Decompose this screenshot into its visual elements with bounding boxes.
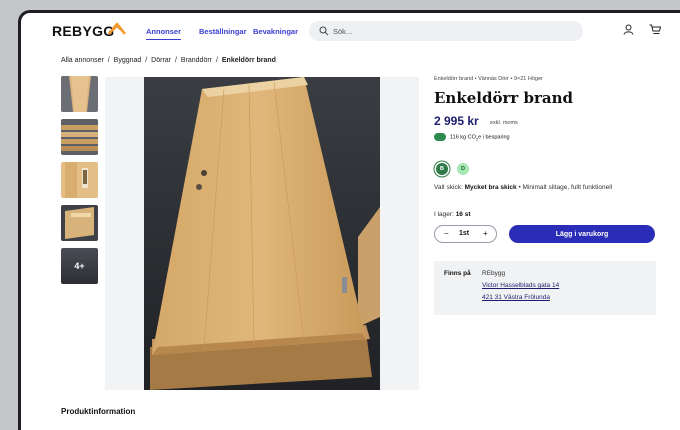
more-images-label: 4+ <box>74 261 85 271</box>
nav-bevakningar[interactable]: Bevakningar <box>253 27 298 36</box>
availability-box: Finns på REbygg Victor Hasselblads gata … <box>434 261 656 315</box>
search-icon <box>319 26 329 36</box>
product-thumbnail[interactable] <box>61 162 98 198</box>
grade-b-option[interactable]: B <box>436 163 448 175</box>
breadcrumb: Alla annonser / Byggnad / Dörrar / Brand… <box>61 57 276 64</box>
leaf-icon <box>434 133 446 141</box>
logo-text[interactable]: REBYGG <box>52 23 114 39</box>
decrease-qty-button[interactable]: − <box>444 229 449 238</box>
availability-label: Finns på <box>444 270 471 277</box>
add-to-cart-button[interactable]: Lägg i varukorg <box>509 225 655 243</box>
breadcrumb-item[interactable]: Alla annonser <box>61 57 104 64</box>
site-header: REBYGG Annonser Beställningar Bevakninga… <box>21 13 680 49</box>
increase-qty-button[interactable]: + <box>483 229 488 238</box>
cart-icon[interactable] <box>649 24 661 35</box>
breadcrumb-item[interactable]: Dörrar <box>151 57 171 64</box>
search-input[interactable] <box>333 24 563 38</box>
breadcrumb-item[interactable]: Byggnad <box>114 57 142 64</box>
condition-text: Valt skick: Mycket bra skick • Minimalt … <box>434 184 613 191</box>
product-info-heading[interactable]: Produktinformation <box>61 407 135 416</box>
store-postal-link[interactable]: 421 31 Västra Frölunda <box>482 294 550 301</box>
product-meta: Enkeldörr brand • Vännäs Dörr • 9×21 Hög… <box>434 76 543 82</box>
store-name: REbygg <box>482 270 506 277</box>
product-thumbnail[interactable] <box>61 76 98 112</box>
breadcrumb-current: Enkeldörr brand <box>221 57 276 64</box>
price-vat-note: exkl. moms <box>490 120 518 126</box>
quantity-stepper: − 1st + <box>434 225 497 243</box>
search-bar[interactable] <box>309 21 583 41</box>
co2-savings: 116 kg CO2e i besparing <box>434 133 510 142</box>
nav-bestallningar[interactable]: Beställningar <box>199 27 247 36</box>
condition-value: Mycket bra skick <box>464 184 517 191</box>
main-product-image[interactable] <box>144 77 380 390</box>
breadcrumb-item[interactable]: Branddörr <box>181 57 212 64</box>
grade-d-option[interactable]: D <box>457 163 469 175</box>
product-thumbnail[interactable] <box>61 205 98 241</box>
nav-annonser[interactable]: Annonser <box>146 27 182 40</box>
product-thumbnail[interactable] <box>61 119 98 155</box>
browser-frame: REBYGG Annonser Beställningar Bevakninga… <box>18 10 680 430</box>
quantity-value[interactable]: 1st <box>459 230 469 237</box>
more-images-button[interactable]: 4+ <box>61 248 98 284</box>
product-title: Enkeldörr brand <box>434 89 573 107</box>
logo-icon[interactable] <box>108 21 126 35</box>
product-price: 2 995 kr <box>434 114 479 128</box>
store-address-link[interactable]: Victor Hasselblads gata 14 <box>482 282 559 289</box>
stock-status: I lager: 16 st <box>434 211 471 218</box>
user-icon[interactable] <box>623 24 634 35</box>
